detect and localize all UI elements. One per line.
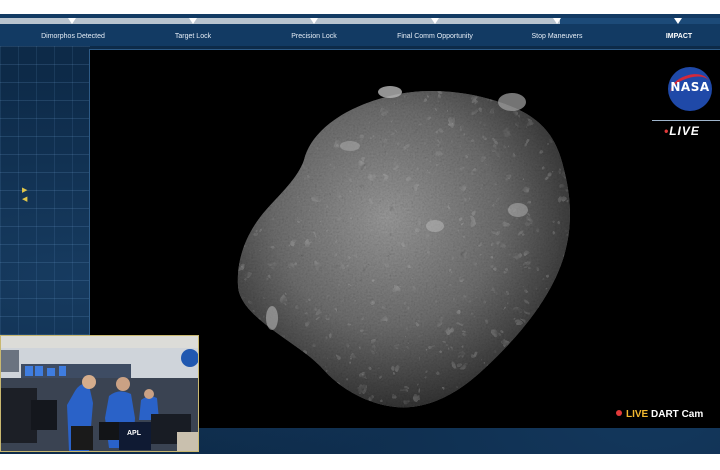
live-divider — [652, 120, 720, 121]
mission-control-inset: APL — [0, 335, 199, 452]
timeline-label-final-comm: Final Comm Opportunity — [397, 33, 473, 40]
live-word: LIVE — [626, 409, 649, 420]
timeline-remaining-track — [560, 18, 720, 24]
timeline-label-dimorphos-detected: Dimorphos Detected — [41, 33, 105, 40]
feed-name: DART Cam — [651, 409, 704, 420]
apl-sign-text: APL — [127, 430, 141, 437]
mission-timeline: Dimorphos Detected Target Lock Precision… — [0, 14, 720, 46]
side-arrow-icons: ▶ ◀ — [22, 187, 28, 203]
nasa-logo-text: NASA — [670, 80, 710, 94]
mission-control-image — [1, 336, 198, 451]
live-badge-text: LIVE — [669, 124, 700, 138]
timeline-progress-track — [0, 18, 560, 24]
live-feed-label: LIVE DART Cam — [616, 409, 703, 420]
live-badge: •LIVE — [664, 124, 700, 138]
timeline-label-target-lock: Target Lock — [174, 33, 212, 40]
nasa-logo: NASA — [667, 67, 713, 111]
timeline-marker — [189, 18, 197, 24]
recording-dot-icon — [616, 410, 622, 416]
timeline-marker — [431, 18, 439, 24]
timeline-label-stop-maneuvers: Stop Maneuvers — [531, 33, 583, 40]
broadcast-frame: Dimorphos Detected Target Lock Precision… — [0, 0, 720, 470]
timeline-marker — [553, 18, 561, 24]
timeline-marker — [68, 18, 76, 24]
timeline-marker — [310, 18, 318, 24]
timeline-label-precision-lock: Precision Lock — [291, 33, 337, 40]
broadcast-stage: Dimorphos Detected Target Lock Precision… — [0, 14, 720, 454]
timeline-marker — [674, 18, 682, 24]
timeline-label-impact: IMPACT — [665, 33, 693, 40]
side-grid-decoration — [0, 46, 90, 336]
